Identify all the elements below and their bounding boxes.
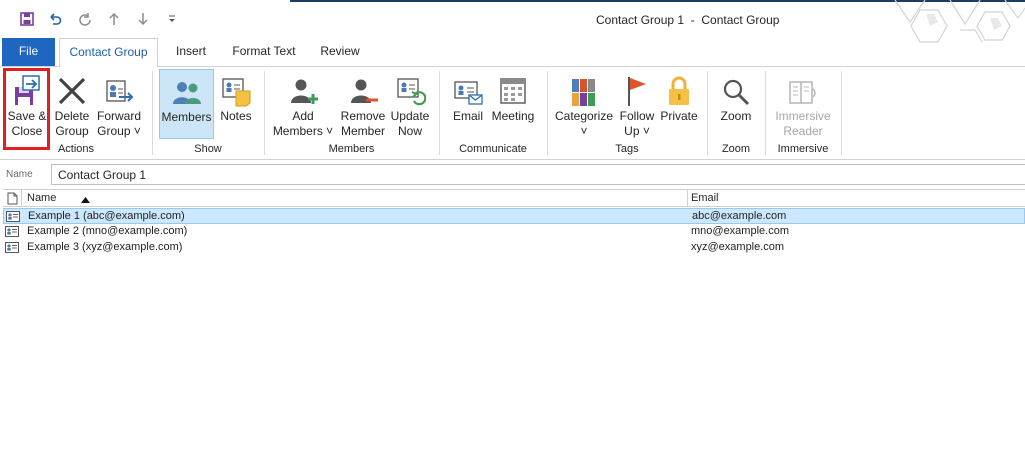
- add-members-label-1: Add: [292, 109, 314, 123]
- list-item[interactable]: Example 2 (mno@example.com) mno@example.…: [3, 224, 1025, 240]
- tab-contact-group[interactable]: Contact Group: [59, 38, 158, 67]
- categorize-icon: [567, 71, 601, 107]
- delete-group-label-2: Group: [55, 124, 89, 138]
- private-button[interactable]: Private: [659, 71, 699, 124]
- tab-insert[interactable]: Insert: [167, 38, 215, 66]
- member-email: abc@example.com: [692, 210, 787, 222]
- customize-icon[interactable]: [163, 10, 181, 28]
- magnifier-icon: [719, 71, 753, 107]
- forward-contact-icon: [102, 71, 136, 107]
- categorize-button[interactable]: Categorize ˅: [554, 71, 614, 139]
- remove-person-icon: [346, 71, 380, 107]
- sort-ascending-icon: [81, 194, 90, 206]
- delete-x-icon: [55, 71, 89, 107]
- update-contacts-icon: [393, 71, 427, 107]
- ribbon: Save & Close Delete Group Forward Group …: [0, 66, 1025, 160]
- save-close-highlight: [3, 68, 50, 150]
- list-item[interactable]: Example 3 (xyz@example.com) xyz@example.…: [3, 240, 1025, 256]
- zoom-group-label: Zoom: [721, 143, 751, 155]
- member-email: mno@example.com: [691, 225, 789, 237]
- members-view-button[interactable]: Members: [159, 69, 214, 139]
- members-people-icon: [170, 72, 204, 108]
- save-icon[interactable]: [18, 10, 36, 28]
- member-email: xyz@example.com: [691, 241, 785, 253]
- categorize-label-2: ˅: [580, 124, 588, 138]
- follow-up-label-1: Follow: [619, 109, 655, 123]
- communicate-group-label: Communicate: [459, 143, 527, 155]
- column-header-name[interactable]: Name: [27, 192, 56, 204]
- notes-view-button[interactable]: Notes: [218, 71, 254, 124]
- zoom-button[interactable]: Zoom: [716, 71, 756, 124]
- member-name: Example 1 (abc@example.com): [28, 210, 185, 222]
- delete-group-label-1: Delete: [54, 109, 90, 123]
- forward-group-button[interactable]: Forward Group ˅: [94, 71, 144, 139]
- add-members-button[interactable]: Add Members ˅: [272, 71, 334, 139]
- follow-up-label-2: Up ˅: [624, 124, 650, 138]
- tab-review[interactable]: Review: [314, 38, 366, 66]
- actions-group-label: Actions: [57, 143, 95, 155]
- update-now-label-2: Now: [397, 124, 422, 138]
- document-icon[interactable]: [7, 192, 18, 208]
- members-view-label: Members: [161, 110, 212, 124]
- notes-icon: [219, 71, 253, 107]
- title-bar: Contact Group 1 - Contact Group: [0, 0, 1025, 43]
- show-group-label: Show: [194, 143, 222, 155]
- immersive-reader-button[interactable]: Immersive Reader: [772, 71, 834, 139]
- update-now-label-1: Update: [390, 109, 430, 123]
- calendar-icon: [496, 71, 530, 107]
- categorize-label-1: Categorize: [554, 109, 614, 123]
- tab-file[interactable]: File: [2, 38, 55, 66]
- arrow-up-icon[interactable]: [105, 10, 123, 28]
- list-item[interactable]: Example 1 (abc@example.com) abc@example.…: [3, 208, 1025, 224]
- zoom-label: Zoom: [720, 109, 752, 123]
- forward-group-label-2: Group ˅: [97, 124, 141, 138]
- flag-icon: [620, 71, 654, 107]
- forward-group-label-1: Forward: [96, 109, 141, 123]
- meeting-label: Meeting: [491, 109, 535, 123]
- email-button[interactable]: Email: [450, 71, 486, 124]
- window-title: Contact Group 1 - Contact Group: [596, 13, 780, 27]
- column-divider: [687, 190, 688, 207]
- contact-card-icon: [5, 242, 19, 256]
- contact-card-icon: [5, 226, 19, 240]
- members-group-label: Members: [328, 143, 375, 155]
- remove-member-label-1: Remove: [340, 109, 386, 123]
- private-label: Private: [660, 109, 698, 123]
- ribbon-tabs: File Contact Group Insert Format Text Re…: [0, 38, 1025, 67]
- member-name: Example 2 (mno@example.com): [27, 225, 188, 237]
- email-label: Email: [452, 109, 483, 123]
- add-members-label-2: Members ˅: [272, 124, 334, 138]
- group-name-input[interactable]: Contact Group 1: [51, 164, 1025, 185]
- remove-member-label-2: Member: [340, 124, 385, 138]
- add-person-icon: [286, 71, 320, 107]
- redo-icon[interactable]: [76, 10, 94, 28]
- immersive-reader-icon: [786, 71, 820, 107]
- notes-view-label: Notes: [220, 109, 252, 123]
- arrow-down-icon[interactable]: [134, 10, 152, 28]
- delete-group-button[interactable]: Delete Group: [53, 71, 91, 139]
- name-label: Name: [6, 169, 33, 180]
- remove-member-button[interactable]: Remove Member: [339, 71, 387, 139]
- column-divider: [21, 190, 22, 207]
- undo-icon[interactable]: [46, 10, 64, 28]
- list-header: Name Email: [3, 190, 1025, 207]
- email-contact-icon: [451, 71, 485, 107]
- lock-icon: [662, 71, 696, 107]
- column-header-email[interactable]: Email: [691, 192, 719, 204]
- immersive-reader-label-1: Immersive: [775, 109, 831, 123]
- contact-card-icon: [6, 211, 20, 225]
- follow-up-button[interactable]: Follow Up ˅: [617, 71, 657, 139]
- member-name: Example 3 (xyz@example.com): [27, 241, 183, 253]
- member-list: Name Email Example 1 (abc@example.com) a…: [3, 189, 1025, 468]
- tab-format-text[interactable]: Format Text: [226, 38, 302, 66]
- name-bar: Name Contact Group 1: [0, 161, 1025, 187]
- update-now-button[interactable]: Update Now: [389, 71, 431, 139]
- immersive-group-label: Immersive: [777, 143, 829, 155]
- immersive-reader-label-2: Reader: [783, 124, 823, 138]
- meeting-button[interactable]: Meeting: [489, 71, 537, 124]
- tags-group-label: Tags: [615, 143, 639, 155]
- ribbon-separator: [841, 71, 842, 155]
